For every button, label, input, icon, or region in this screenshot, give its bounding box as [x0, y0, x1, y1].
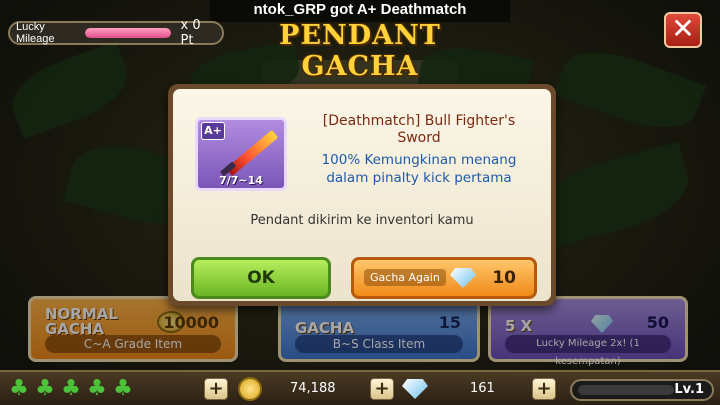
clover-lives: ♣ ♣ ♣ ♣ ♣	[8, 378, 134, 400]
xp-track	[578, 385, 674, 395]
page-title: PENDANT GACHA	[279, 20, 441, 82]
add-coins-button[interactable]: +	[370, 378, 394, 400]
add-gems-button[interactable]: +	[532, 378, 556, 400]
item-description: 100% Kemungkinan menang dalam pinalty ki…	[321, 152, 517, 186]
lucky-mileage-bar: Lucky Mileage x 0 Pt	[8, 18, 224, 48]
grade-badge: A+	[201, 122, 225, 140]
coin-balance: 74,188	[290, 381, 336, 396]
level-bar: Lv.1	[570, 379, 714, 401]
clover-icon: ♣	[87, 376, 107, 401]
gacha-again-button[interactable]: Gacha Again 10	[351, 257, 537, 299]
lucky-mileage-value: x 0 Pt	[180, 18, 201, 48]
lucky-mileage-label: Lucky Mileage	[16, 21, 55, 45]
item-name: [Deathmatch] Bull Fighter's Sword	[322, 113, 516, 146]
close-button[interactable]: ✕	[664, 12, 702, 48]
gem-balance: 161	[470, 381, 495, 396]
gacha-again-label: Gacha Again	[364, 269, 446, 286]
inventory-notice: Pendant dikirim ke inventori kamu	[250, 213, 474, 228]
coin-icon	[238, 377, 262, 401]
gacha-again-cost: 10	[492, 268, 516, 288]
clover-icon: ♣	[113, 376, 133, 401]
level-label: Lv.1	[674, 382, 704, 397]
lucky-mileage-fill	[84, 28, 171, 38]
dialog-body: A+ 7/7~14 [Deathmatch] Bull Fighter's Sw…	[173, 89, 551, 301]
item-thumbnail: A+ 7/7~14	[195, 117, 287, 191]
close-icon: ✕	[671, 12, 695, 45]
item-stat: 7/7~14	[219, 174, 263, 187]
gem-icon	[450, 268, 476, 288]
gem-icon	[402, 379, 428, 399]
clover-icon: ♣	[35, 376, 55, 401]
clover-icon: ♣	[9, 376, 29, 401]
clover-icon: ♣	[61, 376, 81, 401]
ok-button[interactable]: OK	[191, 257, 331, 299]
announcement-ticker: ntok_GRP got A+ Deathmatch	[210, 0, 510, 22]
bottom-resource-bar: ♣ ♣ ♣ ♣ ♣ + 74,188 + 161 + Lv.1	[0, 370, 720, 405]
gacha-result-dialog: A+ 7/7~14 [Deathmatch] Bull Fighter's Sw…	[168, 84, 556, 306]
add-clover-button[interactable]: +	[204, 378, 228, 400]
lucky-mileage-track	[84, 28, 171, 38]
sword-icon	[225, 129, 279, 177]
